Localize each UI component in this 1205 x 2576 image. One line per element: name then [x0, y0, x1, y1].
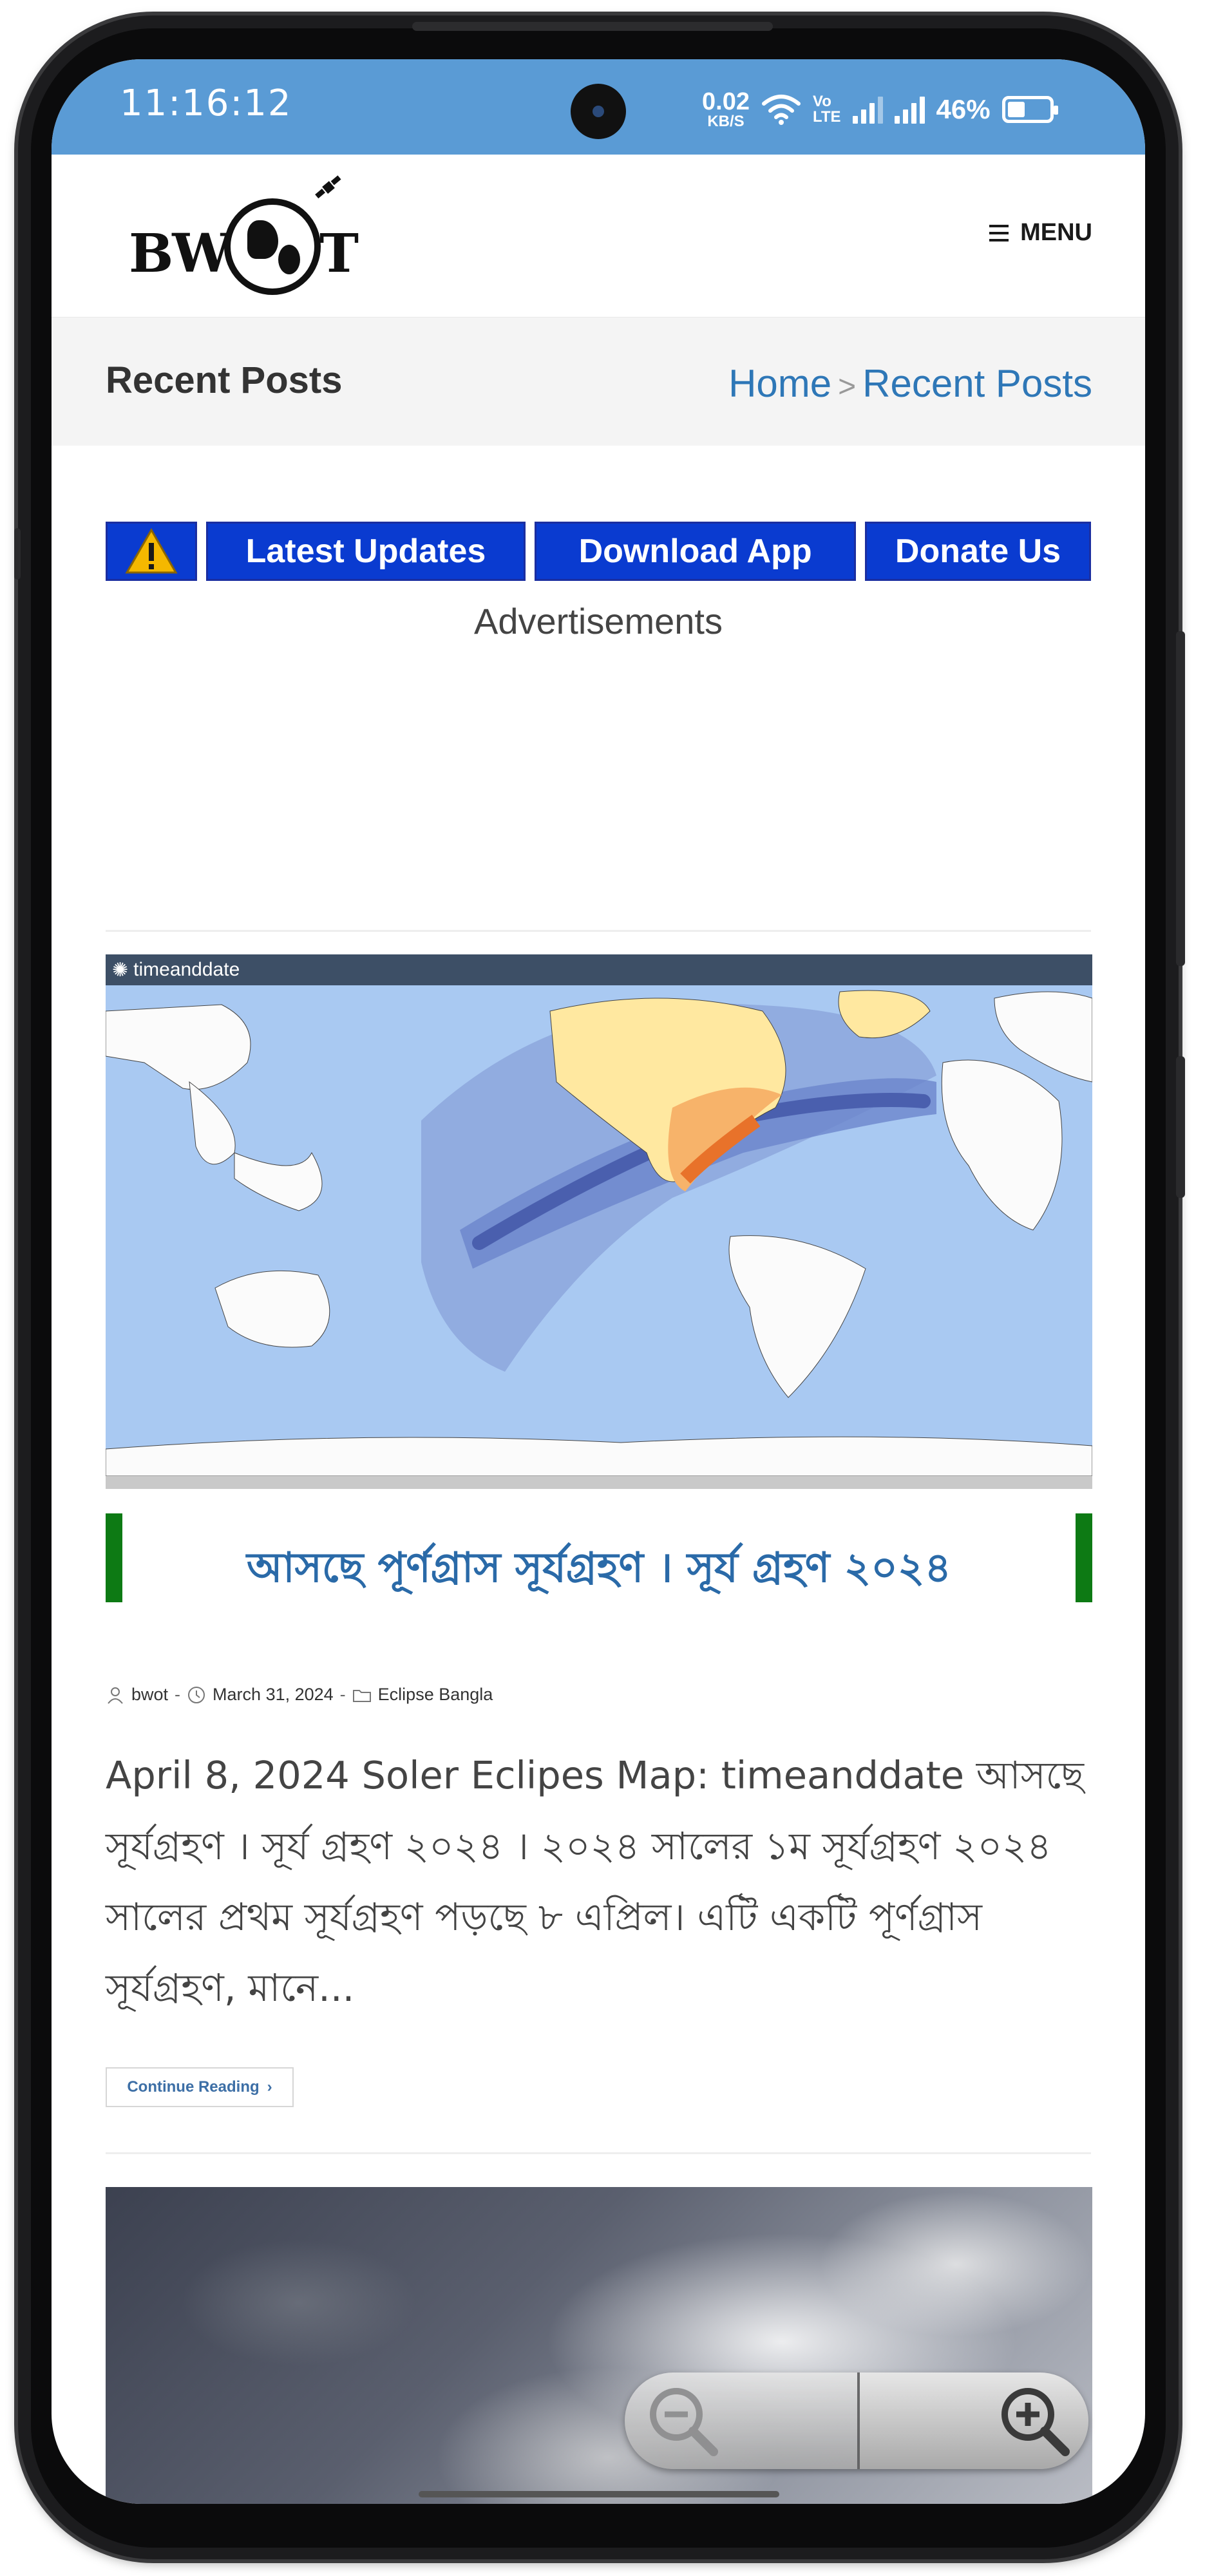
site-logo[interactable]: BW T [129, 165, 359, 313]
divider [106, 930, 1091, 932]
battery-percent: 46% [936, 94, 991, 124]
logo-wordmark-end: T [319, 223, 359, 285]
map-bottom-edge [106, 1476, 1092, 1489]
donate-us-button[interactable]: Donate Us [864, 522, 1091, 581]
clock-icon [188, 1686, 205, 1703]
continue-reading-label: Continue Reading [127, 2078, 260, 2096]
volte-icon: Vo LTE [813, 94, 841, 125]
user-icon [108, 1687, 123, 1704]
network-speed-unit: KB/S [707, 113, 745, 130]
latest-updates-button[interactable]: Latest Updates [205, 522, 526, 581]
home-indicator[interactable] [419, 2491, 779, 2497]
breadcrumb-current[interactable]: Recent Posts [862, 361, 1092, 406]
chevron-right-icon: › [267, 2078, 272, 2096]
post-category[interactable]: Eclipse Bangla [378, 1685, 493, 1705]
satellite-icon [315, 175, 341, 199]
folder-icon [352, 1689, 371, 1702]
post-title-link[interactable]: আসছে পূর্ণগ্রাস সূর্যগ্রহণ । সূর্য গ্রহণ… [131, 1537, 1067, 1605]
continue-reading-button[interactable]: Continue Reading › [106, 2067, 294, 2107]
title-accent-right [1076, 1513, 1092, 1602]
menu-label: MENU [1020, 219, 1092, 246]
wifi-icon [761, 95, 801, 125]
meta-separator: - [339, 1685, 346, 1704]
action-button-row: Latest Updates Download App Donate Us [106, 522, 1091, 581]
post-meta: bwot - March 31, 2024 - Eclipse Bangla [106, 1685, 493, 1705]
map-source-bar: ✺ timeanddate [106, 954, 1092, 985]
zoom-out-icon [650, 2388, 718, 2456]
download-app-button[interactable]: Download App [535, 522, 856, 581]
volume-button [1176, 631, 1185, 966]
side-key [14, 528, 21, 580]
world-map-graphic [106, 985, 1092, 1476]
zoom-in-button[interactable] [860, 2372, 1088, 2469]
hamburger-icon [989, 224, 1009, 242]
post-date: March 31, 2024 [213, 1685, 334, 1704]
volte-top: Vo [812, 93, 831, 110]
network-speed: 0.02 KB/S [702, 90, 750, 129]
meta-separator: - [175, 1685, 181, 1704]
post-author[interactable]: bwot [131, 1685, 168, 1705]
zoom-in-icon [1001, 2388, 1070, 2456]
status-icons: 0.02 KB/S Vo LTE 46% [702, 84, 1058, 135]
warning-button[interactable] [106, 522, 197, 581]
zoom-control [625, 2372, 1088, 2469]
zoom-out-button[interactable] [625, 2372, 860, 2469]
network-speed-value: 0.02 [702, 88, 750, 115]
status-time: 11:16:12 [120, 82, 292, 124]
page-title: Recent Posts [106, 359, 343, 401]
earpiece [412, 22, 773, 31]
front-camera [571, 84, 626, 139]
phone-screen: 11:16:12 0.02 KB/S Vo LTE 46% BW T MENU … [52, 59, 1145, 2504]
signal-icon-sim1 [852, 95, 883, 124]
eclipse-map-image[interactable]: ✺ timeanddate [106, 954, 1092, 1489]
globe-icon [224, 198, 321, 295]
status-bar: 11:16:12 0.02 KB/S Vo LTE 46% [52, 59, 1145, 155]
advertisements-label: Advertisements [474, 601, 723, 641]
battery-icon [1001, 96, 1058, 123]
breadcrumb: Home > Recent Posts [728, 361, 1092, 406]
breadcrumb-home[interactable]: Home [728, 361, 831, 406]
page-title-bar: Recent Posts Home > Recent Posts [52, 317, 1145, 446]
power-button [1176, 1056, 1185, 1198]
signal-icon-sim2 [894, 95, 925, 124]
breadcrumb-separator: > [838, 370, 857, 404]
logo-wordmark: BW [129, 223, 231, 285]
divider [106, 2152, 1091, 2154]
sun-icon: ✺ [112, 959, 129, 981]
post-excerpt: April 8, 2024 Soler Eclipes Map: timeand… [106, 1753, 1085, 2010]
site-header: BW T MENU [52, 155, 1145, 317]
volte-bottom: LTE [812, 108, 841, 126]
menu-button[interactable]: MENU [989, 219, 1092, 247]
post-title-block: আসছে পূর্ণগ্রাস সূর্যগ্রহণ । সূর্য গ্রহণ… [106, 1513, 1092, 1602]
title-accent-left [106, 1513, 122, 1602]
warning-icon [125, 527, 178, 574]
map-source-label: timeanddate [133, 959, 240, 980]
